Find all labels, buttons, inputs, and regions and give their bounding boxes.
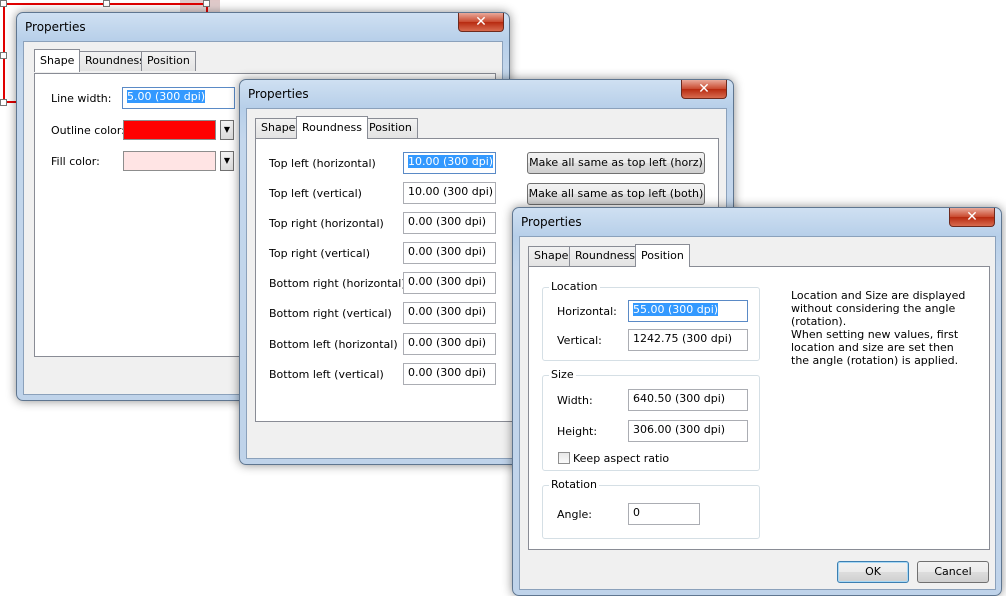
- note-line-1: Location and Size are displayed without …: [791, 289, 966, 328]
- roundness-row-input[interactable]: 0.00 (300 dpi): [403, 363, 496, 385]
- tab-position[interactable]: Position: [141, 51, 196, 71]
- roundness-row-label: Top left (vertical): [269, 187, 362, 200]
- roundness-row-label: Top left (horizontal): [269, 157, 376, 170]
- selection-handle-tm[interactable]: [103, 0, 110, 7]
- height-label: Height:: [557, 425, 598, 438]
- rotation-group: Rotation Angle: 0: [542, 478, 760, 539]
- fill-color-swatch[interactable]: [123, 151, 216, 171]
- selection-handle-tl[interactable]: [0, 0, 7, 7]
- make-same-horz-button[interactable]: Make all same as top left (horz): [527, 152, 705, 174]
- tab-panel: Location Horizontal: 55.00 (300 dpi) Ver…: [528, 266, 990, 550]
- horizontal-label: Horizontal:: [557, 305, 617, 318]
- outline-color-label: Outline color:: [51, 124, 125, 137]
- outline-color-swatch[interactable]: [123, 120, 216, 140]
- note-line-2: When setting new values, first location …: [791, 328, 959, 367]
- tab-shape[interactable]: Shape: [34, 49, 81, 72]
- close-button[interactable]: ✕: [458, 13, 504, 32]
- roundness-row-label: Top right (vertical): [269, 247, 370, 260]
- selection-handle-tr[interactable]: [203, 0, 210, 7]
- position-note: Location and Size are displayed without …: [791, 289, 971, 367]
- roundness-row-input[interactable]: 0.00 (300 dpi): [403, 212, 496, 234]
- vertical-input[interactable]: 1242.75 (300 dpi): [628, 329, 748, 351]
- tab-roundness[interactable]: Roundness: [569, 246, 642, 266]
- width-input[interactable]: 640.50 (300 dpi): [628, 389, 748, 411]
- selection-handle-ml[interactable]: [0, 52, 7, 59]
- chevron-down-icon: ▼: [223, 125, 231, 134]
- vertical-label: Vertical:: [557, 334, 602, 347]
- line-width-input[interactable]: 5.00 (300 dpi): [122, 87, 235, 109]
- roundness-row-input[interactable]: 0.00 (300 dpi): [403, 302, 496, 324]
- angle-label: Angle:: [557, 508, 593, 521]
- rotation-group-title: Rotation: [549, 478, 600, 491]
- chevron-down-icon: ▼: [223, 156, 231, 165]
- dialog-client-area: Shape Roundness Position Location Horizo…: [519, 236, 996, 590]
- close-icon: ✕: [475, 14, 487, 30]
- tab-shape[interactable]: Shape: [255, 118, 302, 138]
- keep-aspect-checkbox[interactable]: [558, 452, 570, 464]
- tab-roundness[interactable]: Roundness: [296, 116, 369, 139]
- tab-shape[interactable]: Shape: [528, 246, 575, 266]
- height-input[interactable]: 306.00 (300 dpi): [628, 420, 748, 442]
- roundness-row-input[interactable]: 10.00 (300 dpi): [403, 152, 496, 174]
- close-icon: ✕: [698, 81, 710, 97]
- close-icon: ✕: [966, 209, 978, 225]
- outline-color-dropdown[interactable]: ▼: [220, 120, 234, 140]
- make-same-both-button[interactable]: Make all same as top left (both): [527, 183, 705, 205]
- roundness-row-label: Bottom left (vertical): [269, 368, 384, 381]
- roundness-row-input[interactable]: 0.00 (300 dpi): [403, 242, 496, 264]
- tab-position[interactable]: Position: [635, 244, 690, 267]
- close-button[interactable]: ✕: [681, 80, 727, 99]
- selection-handle-bl[interactable]: [0, 99, 7, 106]
- size-group: Size Width: 640.50 (300 dpi) Height: 306…: [542, 368, 760, 471]
- fill-color-dropdown[interactable]: ▼: [220, 151, 234, 171]
- location-group: Location Horizontal: 55.00 (300 dpi) Ver…: [542, 280, 760, 361]
- location-group-title: Location: [549, 280, 600, 293]
- fill-color-label: Fill color:: [51, 155, 100, 168]
- roundness-row-input[interactable]: 0.00 (300 dpi): [403, 333, 496, 355]
- ok-button[interactable]: OK: [837, 561, 909, 583]
- position-dialog: Properties ✕ Shape Roundness Position Lo…: [512, 207, 1002, 596]
- dialog-title: Properties: [25, 20, 86, 34]
- dialog-title: Properties: [521, 215, 582, 229]
- roundness-row-label: Bottom left (horizontal): [269, 338, 398, 351]
- roundness-row-label: Bottom right (horizontal): [269, 277, 406, 290]
- horizontal-input[interactable]: 55.00 (300 dpi): [628, 300, 748, 322]
- keep-aspect-label[interactable]: Keep aspect ratio: [573, 452, 669, 465]
- width-label: Width:: [557, 394, 593, 407]
- roundness-row-input[interactable]: 0.00 (300 dpi): [403, 272, 496, 294]
- line-width-label: Line width:: [51, 92, 112, 105]
- close-button[interactable]: ✕: [949, 208, 995, 227]
- cancel-button[interactable]: Cancel: [917, 561, 989, 583]
- size-group-title: Size: [549, 368, 576, 381]
- tab-position[interactable]: Position: [363, 118, 418, 138]
- dialog-title: Properties: [248, 87, 309, 101]
- roundness-row-input[interactable]: 10.00 (300 dpi): [403, 182, 496, 204]
- roundness-row-label: Bottom right (vertical): [269, 307, 392, 320]
- roundness-row-label: Top right (horizontal): [269, 217, 384, 230]
- angle-input[interactable]: 0: [628, 503, 700, 525]
